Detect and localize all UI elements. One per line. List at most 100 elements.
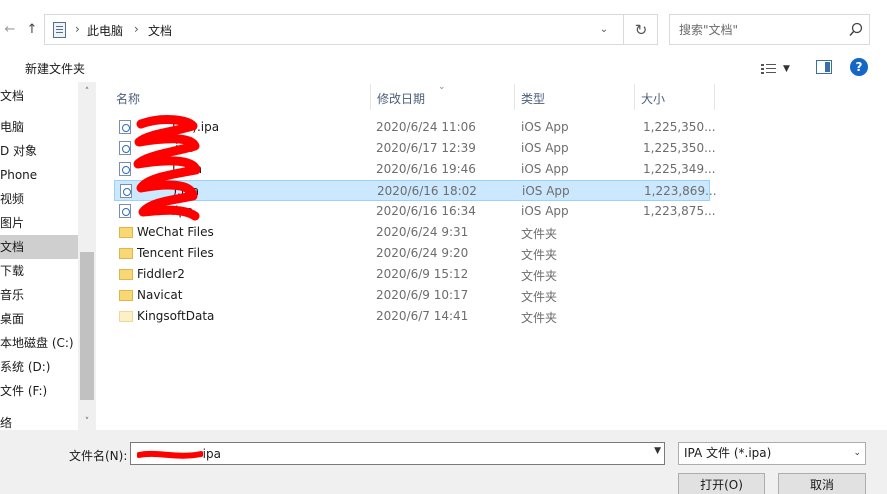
sidebar-scrollbar[interactable]: ˄ ˅ — [78, 82, 96, 430]
sidebar-item-iphone[interactable]: Phone — [0, 163, 78, 187]
details-view-icon — [761, 64, 776, 74]
file-modified: 2020/6/16 19:46 — [376, 162, 476, 176]
column-divider[interactable] — [714, 84, 715, 110]
folder-icon — [119, 269, 133, 280]
scroll-down-icon[interactable]: ˅ — [78, 414, 96, 430]
file-type: 文件夹 — [521, 269, 558, 283]
redaction-mark — [137, 450, 203, 459]
chevron-right-icon: › — [75, 22, 80, 36]
folder-icon — [119, 311, 133, 322]
file-type: 文件夹 — [521, 227, 558, 241]
file-row[interactable]: ipa 2020/6/17 12:39 iOS App 1,225,350... — [114, 138, 716, 159]
file-name: Tencent Files — [137, 246, 214, 260]
cancel-button[interactable]: 取消 — [778, 473, 866, 494]
sidebar-item-3d-objects[interactable]: D 对象 — [0, 139, 78, 163]
column-header-name[interactable]: 名称 — [116, 90, 140, 107]
sidebar-item-drive-d[interactable]: 系统 (D:) — [0, 355, 78, 379]
sidebar-item-this-pc[interactable]: 电脑 — [0, 115, 78, 139]
sidebar-item-drive-c[interactable]: 本地磁盘 (C:) — [0, 331, 78, 355]
open-button[interactable]: 打开(O) — [678, 473, 765, 494]
sidebar-item-documents-quick[interactable]: 文档 — [0, 84, 78, 108]
file-size: 1,225,350... — [643, 141, 716, 155]
ipa-file-icon — [119, 141, 131, 155]
column-divider[interactable] — [370, 84, 371, 110]
file-type: 文件夹 — [521, 248, 558, 262]
file-size: 1,223,875... — [643, 204, 716, 218]
preview-pane-button[interactable] — [816, 60, 832, 74]
filename-input[interactable] — [134, 445, 634, 462]
file-modified: 2020/6/16 18:02 — [377, 184, 477, 198]
column-header-size[interactable]: 大小 — [641, 90, 665, 107]
file-modified: 2020/6/24 11:06 — [376, 120, 476, 134]
dialog-footer: 文件名(N): ▼ IPA 文件 (*.ipa) ⌄ 打开(O) 取消 — [0, 430, 887, 494]
search-box[interactable] — [669, 14, 870, 45]
file-modified: 2020/6/16 16:34 — [376, 204, 476, 218]
chevron-down-icon[interactable]: ▼ — [654, 446, 661, 456]
sidebar-item-desktop[interactable]: 桌面 — [0, 307, 78, 331]
file-list: 名称 ⌄ 修改日期 类型 大小 ! (1).ipa 2020/6/24 11:06… — [96, 82, 887, 430]
file-type: iOS App — [521, 162, 569, 176]
file-type: iOS App — [521, 204, 569, 218]
file-row[interactable]: WeChat Files 2020/6/24 9:31 文件夹 — [114, 222, 710, 243]
search-icon[interactable] — [848, 22, 864, 38]
filename-combobox[interactable]: ▼ — [130, 442, 665, 465]
file-name: Navicat — [137, 288, 183, 302]
new-folder-button[interactable]: 新建文件夹 — [25, 60, 85, 77]
file-type: 文件夹 — [521, 290, 558, 304]
file-modified: 2020/6/7 14:41 — [376, 309, 469, 323]
sidebar-item-music[interactable]: 音乐 — [0, 283, 78, 307]
file-row[interactable]: ! (1).ipa 2020/6/24 11:06 iOS App 1,225,350… — [114, 117, 716, 138]
file-row[interactable]: .ipa 2020/6/16 16:34 iOS App 1,223,875... — [114, 201, 716, 222]
address-bar-row: ← ↑ › 此电脑 › 文档 ⌄ ↻ — [0, 0, 887, 58]
scrollbar-thumb[interactable] — [80, 252, 94, 400]
redaction-scribble — [133, 115, 201, 221]
column-header-type[interactable]: 类型 — [521, 90, 545, 107]
sidebar-item-downloads[interactable]: 下载 — [0, 259, 78, 283]
chevron-down-icon: ⌄ — [853, 448, 861, 458]
refresh-icon: ↻ — [634, 20, 648, 39]
file-modified: 2020/6/9 15:12 — [376, 267, 469, 281]
file-row[interactable]: KingsoftData 2020/6/7 14:41 文件夹 — [114, 306, 710, 327]
file-modified: 2020/6/9 10:17 — [376, 288, 469, 302]
sidebar-item-pictures[interactable]: 图片 — [0, 211, 78, 235]
folder-icon — [119, 290, 133, 301]
file-modified: 2020/6/17 12:39 — [376, 141, 476, 155]
file-type: iOS App — [521, 141, 569, 155]
sidebar-item-videos[interactable]: 视频 — [0, 187, 78, 211]
chevron-down-icon[interactable]: ⌄ — [595, 21, 613, 39]
ipa-file-icon — [120, 184, 132, 198]
column-divider[interactable] — [514, 84, 515, 110]
file-modified: 2020/6/24 9:20 — [376, 246, 469, 260]
file-type-filter-value: IPA 文件 (*.ipa) — [684, 446, 772, 460]
breadcrumb-item-documents[interactable]: 文档 — [148, 22, 172, 39]
column-header-modified[interactable]: 修改日期 — [377, 90, 425, 107]
file-name: WeChat Files — [137, 225, 214, 239]
help-button[interactable]: ? — [850, 58, 868, 76]
refresh-button[interactable]: ↻ — [623, 15, 658, 44]
folder-icon — [119, 248, 133, 259]
scroll-up-icon[interactable]: ˄ — [78, 84, 96, 100]
change-view-button[interactable]: ▼ — [761, 61, 797, 77]
file-type-filter-select[interactable]: IPA 文件 (*.ipa) ⌄ — [678, 442, 866, 465]
column-divider[interactable] — [634, 84, 635, 110]
file-row[interactable]: Tencent Files 2020/6/24 9:20 文件夹 — [114, 243, 710, 264]
filename-label: 文件名(N): — [69, 449, 128, 463]
sidebar-item-documents[interactable]: 文档 — [0, 235, 78, 259]
search-input[interactable] — [679, 21, 839, 39]
file-row[interactable]: Fiddler2 2020/6/9 15:12 文件夹 — [114, 264, 710, 285]
chevron-right-icon: › — [134, 22, 139, 36]
back-button[interactable]: ← — [0, 18, 20, 40]
file-row[interactable]: Navicat 2020/6/9 10:17 文件夹 — [114, 285, 710, 306]
ipa-file-icon — [119, 162, 131, 176]
file-type: iOS App — [522, 184, 570, 198]
file-size: 1,225,349... — [643, 162, 716, 176]
file-row[interactable]: ! .ipa 2020/6/16 19:46 iOS App 1,225,349... — [114, 159, 716, 180]
file-type: 文件夹 — [521, 311, 558, 325]
breadcrumb[interactable]: › 此电脑 › 文档 ⌄ ↻ — [44, 14, 658, 45]
file-row[interactable]: ).ipa 2020/6/16 18:02 iOS App 1,223,869... — [114, 180, 717, 201]
up-button[interactable]: ↑ — [22, 18, 42, 40]
column-headers: 名称 ⌄ 修改日期 类型 大小 — [96, 82, 887, 112]
folder-icon — [119, 227, 133, 238]
breadcrumb-item-this-pc[interactable]: 此电脑 — [87, 22, 123, 39]
sidebar-item-drive-f[interactable]: 文件 (F:) — [0, 379, 78, 403]
